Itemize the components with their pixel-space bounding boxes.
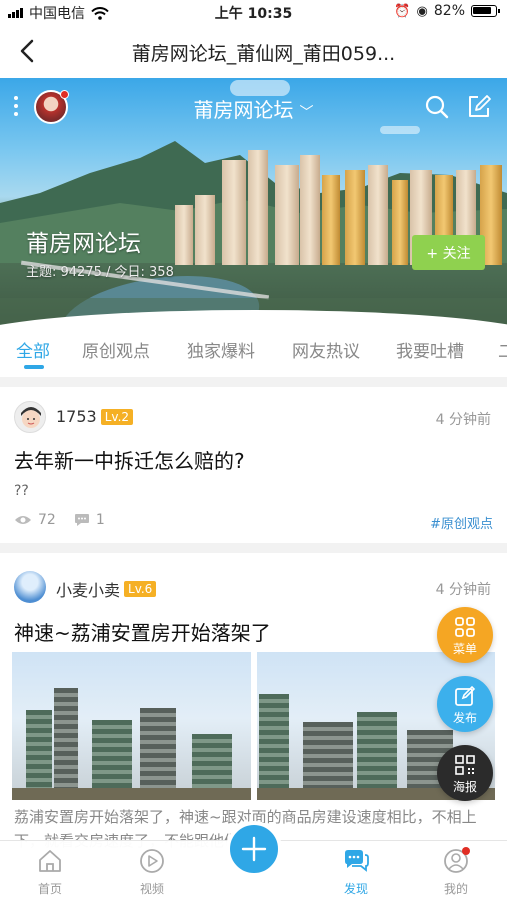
post-body: ?? [14, 483, 29, 499]
tab-discover-label: 发现 [343, 882, 368, 896]
grid-icon [455, 617, 475, 637]
follow-button[interactable]: + 关注 [412, 235, 485, 270]
username[interactable]: 小麦小卖 [56, 577, 120, 601]
edit-icon [455, 685, 476, 706]
navigation-bar: 莆房网论坛_莆仙网_莆田059... [0, 24, 507, 78]
eye-icon [15, 516, 31, 524]
view-count: 72 [38, 512, 56, 528]
level-badge: Lv.6 [124, 581, 157, 597]
tab-profile-label: 我的 [443, 882, 468, 896]
post-category-tag[interactable]: #原创观点 [430, 513, 493, 532]
orientation-lock-icon: ◉ [416, 3, 428, 19]
post-title[interactable]: 神速~荔浦安置房开始落架了 [14, 617, 271, 646]
tab-original-views[interactable]: 原创观点 [82, 337, 150, 362]
chevron-left-icon [20, 39, 34, 63]
tab-discover[interactable]: 发现 [326, 847, 386, 897]
post-item[interactable]: 1753 Lv.2 4 分钟前 去年新一中拆迁怎么赔的? ?? 72 1 #原创… [0, 387, 507, 543]
qr-code-icon [455, 755, 475, 775]
create-post-button[interactable] [226, 821, 282, 877]
forum-header: 莆房网论坛 ﹀ 莆房网论坛 主题: 94275 / 今日: 358 + 关注 [0, 78, 507, 325]
post-time: 4 分钟前 [435, 412, 491, 428]
forum-switcher-label: 莆房网论坛 [193, 98, 294, 122]
publish-button-label: 发布 [452, 711, 477, 725]
level-badge: Lv.2 [100, 408, 134, 425]
user-avatar[interactable] [14, 571, 46, 603]
search-icon[interactable] [424, 94, 450, 120]
bottom-tab-bar: 首页 视频 发现 我的 [0, 821, 507, 900]
tab-hot-discussion[interactable]: 网友热议 [292, 337, 360, 362]
username[interactable]: 1753 [56, 407, 97, 426]
status-bar: 中国电信 上午 10:35 ⏰ ◉ 82% [0, 0, 507, 24]
tab-video-label: 视频 [139, 882, 164, 896]
user-avatar[interactable] [14, 401, 46, 433]
alarm-icon: ⏰ [394, 3, 411, 19]
comment-icon [74, 514, 89, 526]
battery-icon [471, 5, 500, 17]
battery-percent: 82% [433, 3, 465, 19]
poster-button-label: 海报 [452, 780, 477, 794]
comment-count: 1 [95, 512, 105, 528]
tab-all[interactable]: 全部 [16, 337, 50, 362]
page-title: 莆房网论坛_莆仙网_莆田059... [131, 43, 396, 65]
publish-button[interactable]: 发布 [437, 676, 493, 732]
back-button[interactable] [12, 36, 42, 66]
play-icon [140, 849, 164, 873]
forum-name: 莆房网论坛 [26, 231, 141, 257]
category-tabs: 全部 原创观点 独家爆料 网友热议 我要吐槽 二 [0, 325, 507, 377]
tab-video[interactable]: 视频 [122, 847, 182, 897]
plus-icon [241, 836, 267, 862]
tab-more[interactable]: 二 [498, 337, 507, 362]
menu-button-label: 菜单 [452, 642, 477, 656]
tab-complaints[interactable]: 我要吐槽 [396, 337, 464, 362]
home-icon [39, 850, 61, 872]
tab-exclusive-news[interactable]: 独家爆料 [187, 337, 255, 362]
user-avatar-image [21, 407, 41, 428]
poster-button[interactable]: 海报 [437, 745, 493, 801]
user-icon [444, 847, 470, 873]
post-title[interactable]: 去年新一中拆迁怎么赔的? [14, 445, 245, 474]
chat-icon [345, 850, 369, 872]
tab-home[interactable]: 首页 [20, 847, 80, 897]
tab-profile[interactable]: 我的 [426, 847, 486, 897]
forum-stats: 主题: 94275 / 今日: 358 [26, 265, 174, 280]
compose-icon[interactable] [466, 94, 492, 120]
post-image[interactable] [12, 652, 251, 800]
active-tab-indicator [24, 365, 44, 369]
post-time: 4 分钟前 [435, 582, 491, 598]
menu-button[interactable]: 菜单 [437, 607, 493, 663]
chevron-down-icon: ﹀ [299, 104, 314, 121]
tab-home-label: 首页 [37, 882, 62, 896]
